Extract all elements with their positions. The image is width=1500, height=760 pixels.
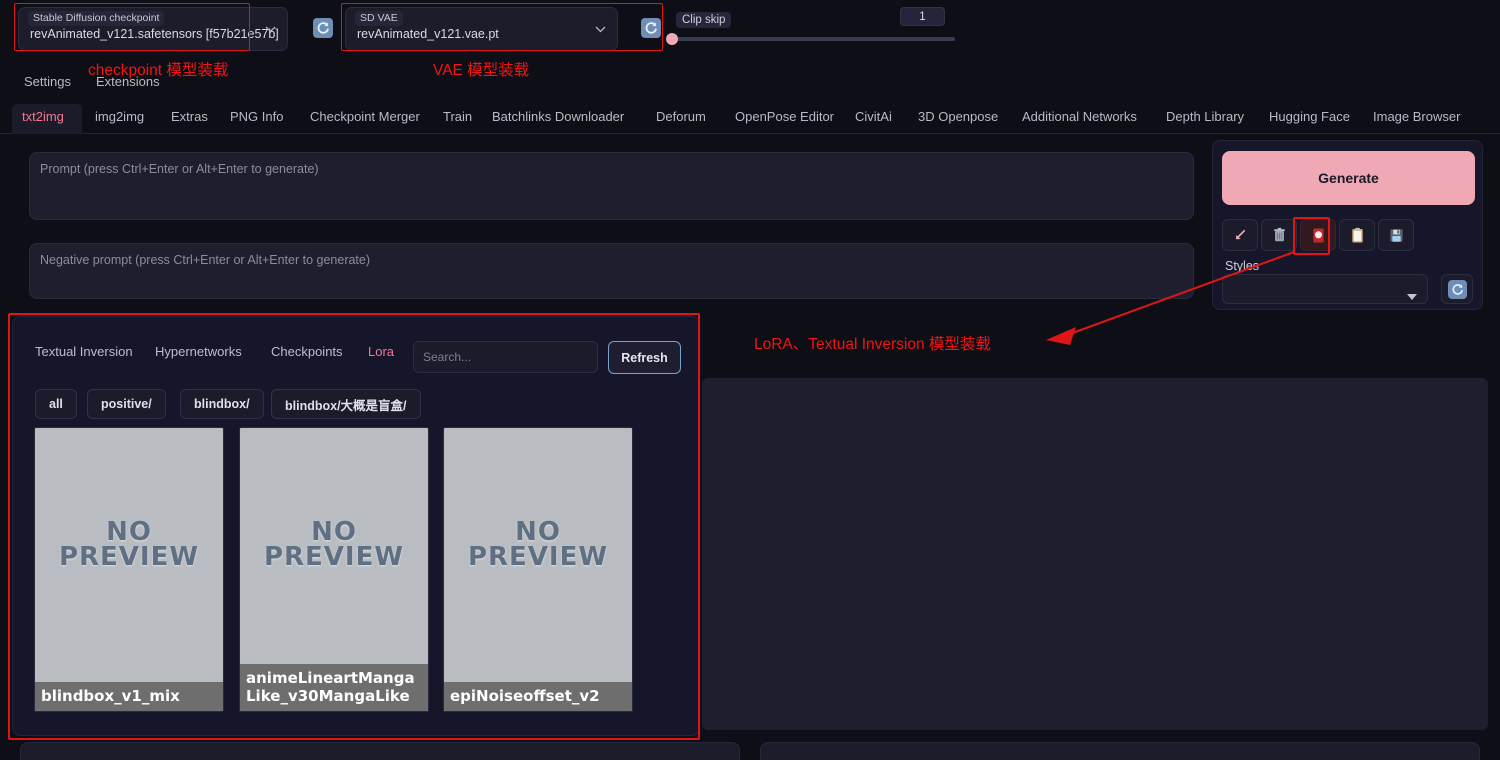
tab-checkpoint-merger[interactable]: Checkpoint Merger (310, 104, 420, 131)
clip-skip-slider[interactable] (668, 37, 955, 41)
extra-networks-search-input[interactable]: Search... (413, 341, 598, 373)
top-menu: Settings Extensions (0, 74, 1500, 100)
paste-arrow-icon[interactable] (1222, 219, 1258, 251)
bottom-left-panel (20, 742, 740, 760)
apply-style-icon[interactable] (1339, 219, 1375, 251)
lora-card-name: animeLineartManga Like_v30MangaLike (240, 664, 428, 711)
extra-networks-panel: Textual Inversion Hypernetworks Checkpoi… (12, 316, 700, 736)
en-tab-lora[interactable]: Lora (368, 344, 394, 359)
chevron-down-icon (1407, 287, 1417, 305)
tab-train[interactable]: Train (443, 104, 472, 131)
clip-skip-slider-handle[interactable] (666, 33, 678, 45)
dir-filter-positive[interactable]: positive/ (87, 389, 166, 419)
tab-civitai[interactable]: CivitAi (855, 104, 892, 131)
image-output-panel (702, 378, 1488, 730)
generate-panel: Generate (1212, 140, 1483, 310)
main-tabbar: txt2img img2img Extras PNG Info Checkpoi… (0, 104, 1500, 134)
search-placeholder: Search... (423, 350, 471, 364)
vae-value: revAnimated_v121.vae.pt (357, 27, 499, 41)
arrow-down-left-glyph (1233, 228, 1248, 243)
lora-card[interactable]: NO PREVIEW blindbox_v1_mix (34, 427, 224, 712)
dir-filter-blindbox-sub[interactable]: blindbox/大概是盲盒/ (271, 389, 421, 419)
bottom-right-panel (760, 742, 1480, 760)
tab-img2img[interactable]: img2img (95, 104, 144, 131)
en-tab-textual-inversion[interactable]: Textual Inversion (35, 344, 133, 359)
styles-dropdown[interactable] (1222, 274, 1428, 304)
tab-openpose-editor[interactable]: OpenPose Editor (735, 104, 834, 131)
extra-networks-icon[interactable] (1300, 219, 1336, 251)
prompt-input[interactable]: Prompt (press Ctrl+Enter or Alt+Enter to… (29, 152, 1194, 220)
chevron-down-icon (595, 26, 605, 36)
model-topbar: Stable Diffusion checkpoint revAnimated_… (0, 0, 1500, 56)
no-preview-graphic: NO PREVIEW (444, 520, 632, 569)
tab-extras[interactable]: Extras (171, 104, 208, 131)
lora-card-name: blindbox_v1_mix (35, 682, 223, 711)
clipboard-glyph (1350, 227, 1365, 244)
en-tab-checkpoints[interactable]: Checkpoints (271, 344, 343, 359)
refresh-icon (1448, 280, 1467, 299)
prompt-placeholder: Prompt (press Ctrl+Enter or Alt+Enter to… (40, 162, 319, 176)
dir-filter-blindbox[interactable]: blindbox/ (180, 389, 264, 419)
lora-card[interactable]: NO PREVIEW epiNoiseoffset_v2 (443, 427, 633, 712)
menu-item-settings[interactable]: Settings (24, 74, 71, 89)
clip-skip-value-input[interactable]: 1 (900, 7, 945, 26)
styles-label: Styles (1225, 259, 1259, 273)
tab-image-browser[interactable]: Image Browser (1373, 104, 1460, 131)
floppy-disk-glyph (1389, 228, 1404, 243)
tab-png-info[interactable]: PNG Info (230, 104, 283, 131)
tab-txt2img[interactable]: txt2img (22, 104, 64, 131)
art-card-glyph (1311, 227, 1326, 244)
dir-filter-all[interactable]: all (35, 389, 77, 419)
negative-prompt-placeholder: Negative prompt (press Ctrl+Enter or Alt… (40, 253, 370, 267)
tab-3d-openpose[interactable]: 3D Openpose (918, 104, 998, 131)
styles-refresh-button[interactable] (1441, 274, 1473, 304)
trash-glyph (1272, 227, 1287, 243)
trash-icon[interactable] (1261, 219, 1297, 251)
clip-skip-label: Clip skip (676, 12, 731, 28)
refresh-icon (644, 21, 658, 35)
lora-card-name: epiNoiseoffset_v2 (444, 682, 632, 711)
no-preview-graphic: NO PREVIEW (35, 520, 223, 569)
vae-refresh-button[interactable] (641, 18, 661, 38)
generate-button[interactable]: Generate (1222, 151, 1475, 205)
lora-card[interactable]: NO PREVIEW animeLineartManga Like_v30Man… (239, 427, 429, 712)
checkpoint-label: Stable Diffusion checkpoint (28, 11, 164, 26)
chevron-down-icon (265, 26, 275, 36)
menu-item-extensions[interactable]: Extensions (96, 74, 160, 89)
annotation-lora-text: LoRA、Textual Inversion 模型装载 (754, 332, 991, 354)
checkpoint-dropdown[interactable]: Stable Diffusion checkpoint revAnimated_… (18, 7, 288, 51)
refresh-icon (316, 21, 330, 35)
vae-label: SD VAE (355, 11, 403, 26)
tab-deforum[interactable]: Deforum (656, 104, 706, 131)
stable-diffusion-webui: Stable Diffusion checkpoint revAnimated_… (0, 0, 1500, 760)
no-preview-graphic: NO PREVIEW (240, 520, 428, 569)
negative-prompt-input[interactable]: Negative prompt (press Ctrl+Enter or Alt… (29, 243, 1194, 299)
save-style-icon[interactable] (1378, 219, 1414, 251)
checkpoint-refresh-button[interactable] (313, 18, 333, 38)
en-tab-hypernetworks[interactable]: Hypernetworks (155, 344, 242, 359)
extra-networks-refresh-button[interactable]: Refresh (608, 341, 681, 374)
tab-depth-library[interactable]: Depth Library (1166, 104, 1244, 131)
tab-hugging-face[interactable]: Hugging Face (1269, 104, 1350, 131)
checkpoint-value: revAnimated_v121.safetensors [f57b21e57b… (30, 27, 279, 41)
vae-dropdown[interactable]: SD VAE revAnimated_v121.vae.pt (345, 7, 618, 51)
tab-additional-networks[interactable]: Additional Networks (1022, 104, 1137, 131)
tab-batchlinks-downloader[interactable]: Batchlinks Downloader (492, 104, 624, 131)
